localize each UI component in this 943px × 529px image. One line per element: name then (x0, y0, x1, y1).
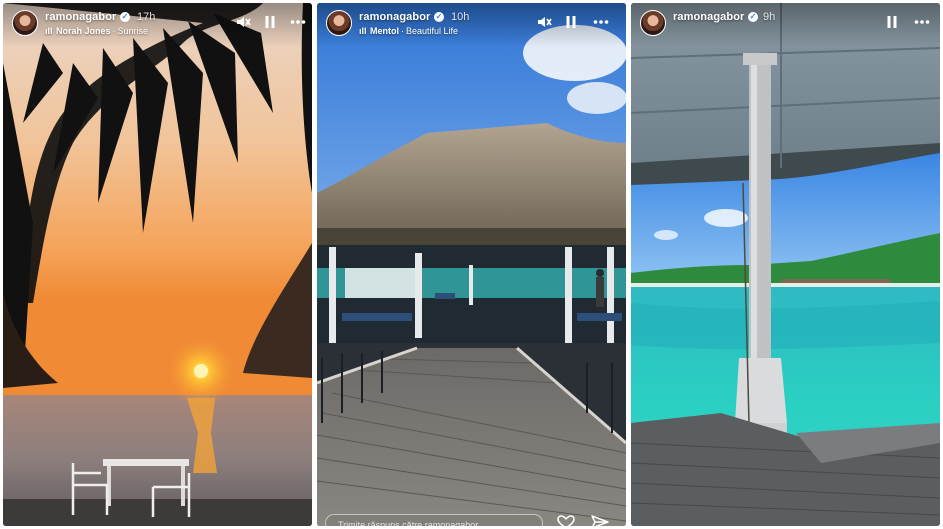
music-sticker[interactable]: ıll Mentol · Beautiful Life (359, 26, 458, 36)
more-icon[interactable] (290, 14, 306, 30)
avatar[interactable] (640, 10, 666, 36)
story-card-lagoon[interactable]: ramonagabor ✓ 9h (631, 3, 940, 526)
mute-icon[interactable] (235, 14, 251, 30)
verified-badge-icon: ✓ (120, 12, 130, 22)
username[interactable]: ramonagabor (673, 11, 744, 23)
music-artist: Mentol (370, 26, 399, 36)
story-card-jetty[interactable]: ramonagabor ✓ 10h ıll Mentol · Beautiful Li… (317, 3, 626, 526)
story-footer (317, 512, 626, 526)
pause-icon[interactable] (262, 14, 278, 30)
timestamp: 10h (451, 11, 470, 23)
mute-icon[interactable] (536, 14, 552, 30)
pause-icon[interactable] (563, 14, 579, 30)
username[interactable]: ramonagabor (45, 11, 116, 23)
reply-input[interactable] (325, 514, 543, 526)
music-bars-icon: ıll (359, 26, 367, 36)
verified-badge-icon: ✓ (434, 12, 444, 22)
story-image-jetty (317, 3, 626, 526)
timestamp: 17h (137, 11, 156, 23)
story-header: ramonagabor ✓ 17h ıll Norah Jones · Sunrise (3, 3, 312, 47)
story-card-sunset[interactable]: ramonagabor ✓ 17h ıll Norah Jones · Sunrise (3, 3, 312, 526)
send-icon[interactable] (591, 515, 609, 526)
music-artist: Norah Jones (56, 26, 111, 36)
avatar[interactable] (12, 10, 38, 36)
username[interactable]: ramonagabor (359, 11, 430, 23)
story-image-lagoon (631, 3, 940, 526)
story-image-sunset (3, 3, 312, 526)
more-icon[interactable] (914, 14, 930, 30)
avatar[interactable] (326, 10, 352, 36)
story-header: ramonagabor ✓ 9h (631, 3, 940, 47)
music-bars-icon: ıll (45, 26, 53, 36)
pause-icon[interactable] (884, 14, 900, 30)
music-track: Beautiful Life (406, 26, 459, 36)
verified-badge-icon: ✓ (748, 12, 758, 22)
story-header: ramonagabor ✓ 10h ıll Mentol · Beautiful Li… (317, 3, 626, 47)
timestamp: 9h (763, 11, 776, 23)
music-sticker[interactable]: ıll Norah Jones · Sunrise (45, 26, 148, 36)
music-track: Sunrise (117, 26, 149, 36)
heart-icon[interactable] (557, 515, 575, 526)
more-icon[interactable] (593, 14, 609, 30)
